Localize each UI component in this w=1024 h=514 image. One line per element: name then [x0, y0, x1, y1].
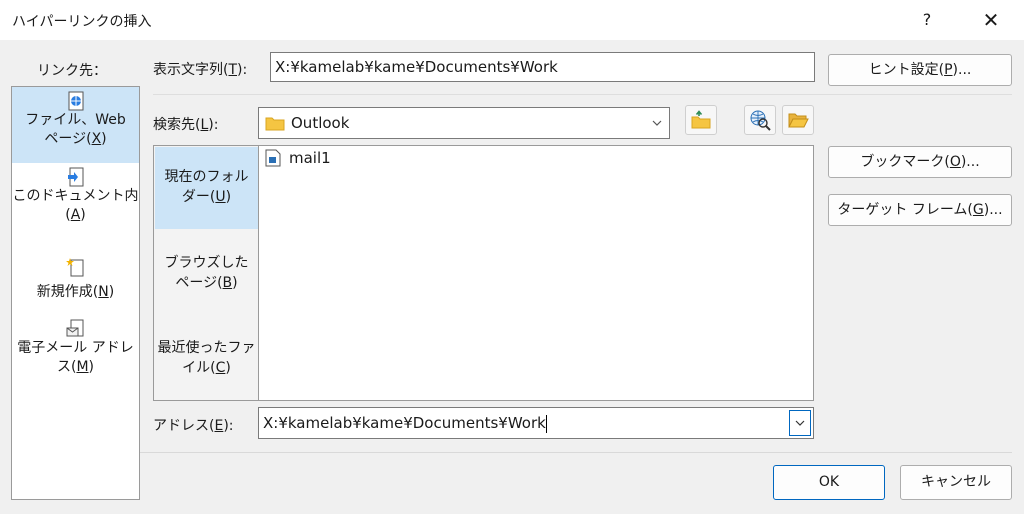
web-page-icon	[68, 91, 83, 111]
divider	[140, 452, 1012, 453]
link-to-file-web-page[interactable]: ファイル、Web ページ(X)	[12, 87, 139, 163]
new-document-icon	[65, 258, 83, 277]
link-to-label-line2: 新規作成(N)	[36, 284, 115, 300]
recent-files-tab[interactable]: 最近使ったファ イル(C)	[155, 318, 258, 400]
look-in-combobox[interactable]: Outlook	[258, 107, 670, 139]
bookmark-button[interactable]: ブックマーク(O)...	[828, 146, 1012, 178]
chevron-down-icon[interactable]	[789, 410, 811, 436]
browsed-pages-tab[interactable]: ブラウズした ページ(B)	[155, 233, 258, 315]
browse-file-button[interactable]	[782, 105, 814, 135]
folder-up-icon	[691, 110, 711, 129]
look-in-value: Outlook	[291, 114, 350, 132]
target-frame-button[interactable]: ターゲット フレーム(G)...	[828, 194, 1012, 226]
file-name: mail1	[289, 149, 331, 167]
link-to-new-document[interactable]: 新規作成(N)	[12, 257, 139, 313]
link-to-this-document[interactable]: このドキュメント内 (A)	[12, 167, 139, 237]
chevron-down-icon[interactable]	[645, 108, 669, 138]
list-item[interactable]: mail1	[265, 149, 331, 167]
link-to-label-line2: (A)	[65, 207, 86, 223]
divider	[153, 94, 1012, 95]
link-to-label-line2: ス(M)	[56, 359, 95, 375]
browsed-pages-line1: ブラウズした	[164, 255, 249, 271]
link-to-panel: ファイル、Web ページ(X) このドキュメント内 (A) 新規作成(N) 電子…	[11, 86, 140, 500]
recent-files-line1: 最近使ったファ	[157, 340, 256, 356]
screen-tip-button[interactable]: ヒント設定(P)...	[828, 54, 1012, 86]
look-in-panel: 現在のフォル ダー(U) ブラウズした ページ(B) 最近使ったファ イル(C)	[153, 145, 259, 401]
close-button[interactable]: ✕	[972, 4, 1010, 36]
look-in-label: 検索先(L):	[153, 117, 219, 133]
link-to-label-line1: このドキュメント内	[12, 188, 139, 204]
folder-icon	[265, 117, 285, 131]
display-text-label: 表示文字列(T):	[153, 62, 248, 78]
address-combobox[interactable]: X:¥kamelab¥kame¥Documents¥Work	[258, 407, 814, 439]
current-folder-line2: ダー(U)	[181, 189, 232, 205]
title-bar	[0, 0, 1024, 40]
link-to-label-line1: 電子メール アドレ	[17, 340, 134, 356]
link-to-email-address[interactable]: 電子メール アドレ ス(M)	[12, 319, 139, 389]
file-list[interactable]: mail1	[258, 145, 814, 401]
file-icon	[265, 149, 281, 167]
help-button[interactable]: ?	[912, 6, 942, 34]
link-to-label-line2: ページ(X)	[44, 131, 107, 147]
browse-web-icon	[750, 110, 771, 131]
cancel-button[interactable]: キャンセル	[900, 465, 1012, 500]
browsed-pages-line2: ページ(B)	[175, 275, 238, 291]
recent-files-line2: イル(C)	[182, 360, 231, 376]
display-text-input[interactable]: X:¥kamelab¥kame¥Documents¥Work	[270, 52, 815, 82]
current-folder-line1: 現在のフォル	[164, 169, 249, 185]
link-to-label: リンク先：	[37, 63, 107, 79]
link-to-label-line1: ファイル、Web	[25, 112, 126, 128]
dialog-title: ハイパーリンクの挿入	[12, 14, 152, 30]
up-one-folder-button[interactable]	[685, 105, 717, 135]
browse-web-button[interactable]	[744, 105, 776, 135]
text-cursor	[545, 414, 547, 433]
email-document-icon	[66, 319, 83, 337]
document-bookmark-icon	[67, 167, 83, 187]
browse-file-icon	[788, 113, 809, 128]
ok-button[interactable]: OK	[773, 465, 885, 500]
address-label: アドレス(E):	[153, 418, 234, 434]
current-folder-tab[interactable]: 現在のフォル ダー(U)	[155, 147, 258, 229]
address-input[interactable]: X:¥kamelab¥kame¥Documents¥Work	[263, 414, 546, 432]
